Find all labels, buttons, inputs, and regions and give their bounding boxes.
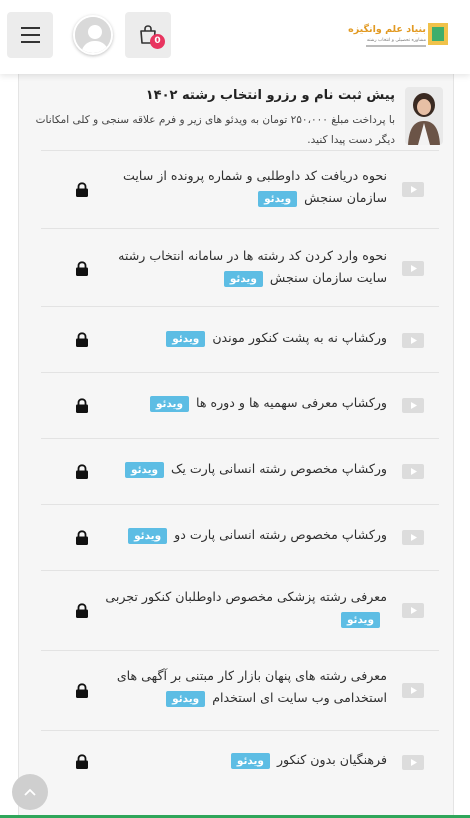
course-title: پیش ثبت نام و رزرو انتخاب رشته ۱۴۰۲ <box>145 88 395 103</box>
lock-icon <box>76 261 88 276</box>
lesson-row[interactable]: ورکشاپ مخصوص رشته انسانی پارت یک ویدئو <box>41 438 439 504</box>
cart-button[interactable]: 0 <box>125 12 171 58</box>
user-avatar-icon <box>75 17 111 53</box>
lesson-row[interactable]: نحوه دریافت کد داوطلبی و شماره پرونده از… <box>41 150 439 228</box>
lesson-text: ورکشاپ معرفی سهمیه ها و دوره ها ویدئو <box>87 392 387 414</box>
site-header: 0 بنیاد علم وانگیزه مشاوره تحصیلی و انتخ… <box>0 0 470 74</box>
lesson-text: ورکشاپ مخصوص رشته انسانی پارت دو ویدئو <box>87 524 387 546</box>
video-badge: ویدئو <box>340 611 380 628</box>
video-play-icon <box>402 182 424 197</box>
course-header: پیش ثبت نام و رزرو انتخاب رشته ۱۴۰۲ با پ… <box>19 84 455 154</box>
lesson-text: ورکشاپ مخصوص رشته انسانی پارت یک ویدئو <box>87 458 387 480</box>
lesson-title: ورکشاپ معرفی سهمیه ها و دوره ها <box>196 395 387 410</box>
lesson-row[interactable]: نحوه وارد کردن کد رشته ها در سامانه انتخ… <box>41 228 439 306</box>
lock-icon <box>76 398 88 413</box>
lesson-title: ورکشاپ مخصوص رشته انسانی پارت دو <box>174 527 387 542</box>
video-play-icon <box>402 398 424 413</box>
video-badge: ویدئو <box>166 690 206 707</box>
hamburger-menu-icon-line <box>20 41 40 43</box>
video-play-icon <box>402 464 424 479</box>
lock-icon <box>76 332 88 347</box>
instructor-image-icon <box>405 87 443 145</box>
lesson-text: معرفی رشته پزشکی مخصوص داوطلبان کنکور تج… <box>87 586 387 630</box>
hamburger-menu-icon <box>20 27 40 29</box>
video-play-icon <box>402 755 424 770</box>
lesson-title: معرفی رشته های پنهان بازار کار مبتنی بر … <box>116 668 387 705</box>
logo-text: بنیاد علم وانگیزه <box>348 24 426 35</box>
course-thumbnail <box>405 87 443 145</box>
video-badge: ویدئو <box>124 461 165 478</box>
lesson-title: ورکشاپ مخصوص رشته انسانی پارت یک <box>171 461 387 476</box>
scroll-to-top-button[interactable] <box>12 774 48 810</box>
video-badge: ویدئو <box>166 330 206 347</box>
lesson-row[interactable]: معرفی رشته های پنهان بازار کار مبتنی بر … <box>41 650 439 730</box>
video-badge: ویدئو <box>223 270 263 287</box>
hamburger-menu-button[interactable] <box>7 12 53 58</box>
site-logo[interactable]: بنیاد علم وانگیزه مشاوره تحصیلی و انتخاب… <box>348 20 450 54</box>
video-play-icon <box>402 261 424 276</box>
lock-icon <box>76 464 88 479</box>
chevron-up-icon <box>24 788 36 796</box>
lesson-text: فرهنگیان بدون کنکور ویدئو <box>87 749 387 771</box>
user-avatar[interactable] <box>73 15 113 55</box>
video-play-icon <box>402 683 424 698</box>
video-badge: ویدئو <box>149 395 189 412</box>
lock-icon <box>76 603 88 618</box>
hamburger-menu-icon-line <box>20 34 40 36</box>
lesson-title: فرهنگیان بدون کنکور <box>276 752 387 767</box>
lock-icon <box>76 182 88 197</box>
lesson-row[interactable]: ورکشاپ نه به پشت کنکور موندن ویدئو <box>41 306 439 372</box>
lesson-text: نحوه وارد کردن کد رشته ها در سامانه انتخ… <box>87 245 387 289</box>
lesson-row[interactable]: فرهنگیان بدون کنکور ویدئو <box>41 730 439 794</box>
lesson-title: ورکشاپ نه به پشت کنکور موندن <box>212 330 387 345</box>
lesson-text: ورکشاپ نه به پشت کنکور موندن ویدئو <box>87 327 387 349</box>
video-badge: ویدئو <box>128 527 168 544</box>
lesson-row[interactable]: ورکشاپ معرفی سهمیه ها و دوره ها ویدئو <box>41 372 439 438</box>
course-description: با پرداخت مبلغ ۲۵۰،۰۰۰ تومان به ویدئو ها… <box>35 114 395 146</box>
course-panel: پیش ثبت نام و رزرو انتخاب رشته ۱۴۰۲ با پ… <box>18 74 454 818</box>
lesson-text: نحوه دریافت کد داوطلبی و شماره پرونده از… <box>87 165 387 209</box>
cart-count-badge: 0 <box>150 34 165 49</box>
lesson-row[interactable]: معرفی رشته پزشکی مخصوص داوطلبان کنکور تج… <box>41 570 439 650</box>
video-badge: ویدئو <box>258 190 298 207</box>
lock-icon <box>76 530 88 545</box>
video-play-icon <box>402 603 424 618</box>
logo-subtext: مشاوره تحصیلی و انتخاب رشته <box>366 38 426 43</box>
video-play-icon <box>402 530 424 545</box>
video-badge: ویدئو <box>230 752 270 769</box>
lesson-title: نحوه دریافت کد داوطلبی و شماره پرونده از… <box>123 168 387 205</box>
lock-icon <box>76 683 88 698</box>
video-play-icon <box>402 333 424 348</box>
lesson-row[interactable]: ورکشاپ مخصوص رشته انسانی پارت دو ویدئو <box>41 504 439 570</box>
lesson-title: معرفی رشته پزشکی مخصوص داوطلبان کنکور تج… <box>105 589 387 604</box>
lock-icon <box>76 754 88 769</box>
lesson-text: معرفی رشته های پنهان بازار کار مبتنی بر … <box>87 665 387 709</box>
